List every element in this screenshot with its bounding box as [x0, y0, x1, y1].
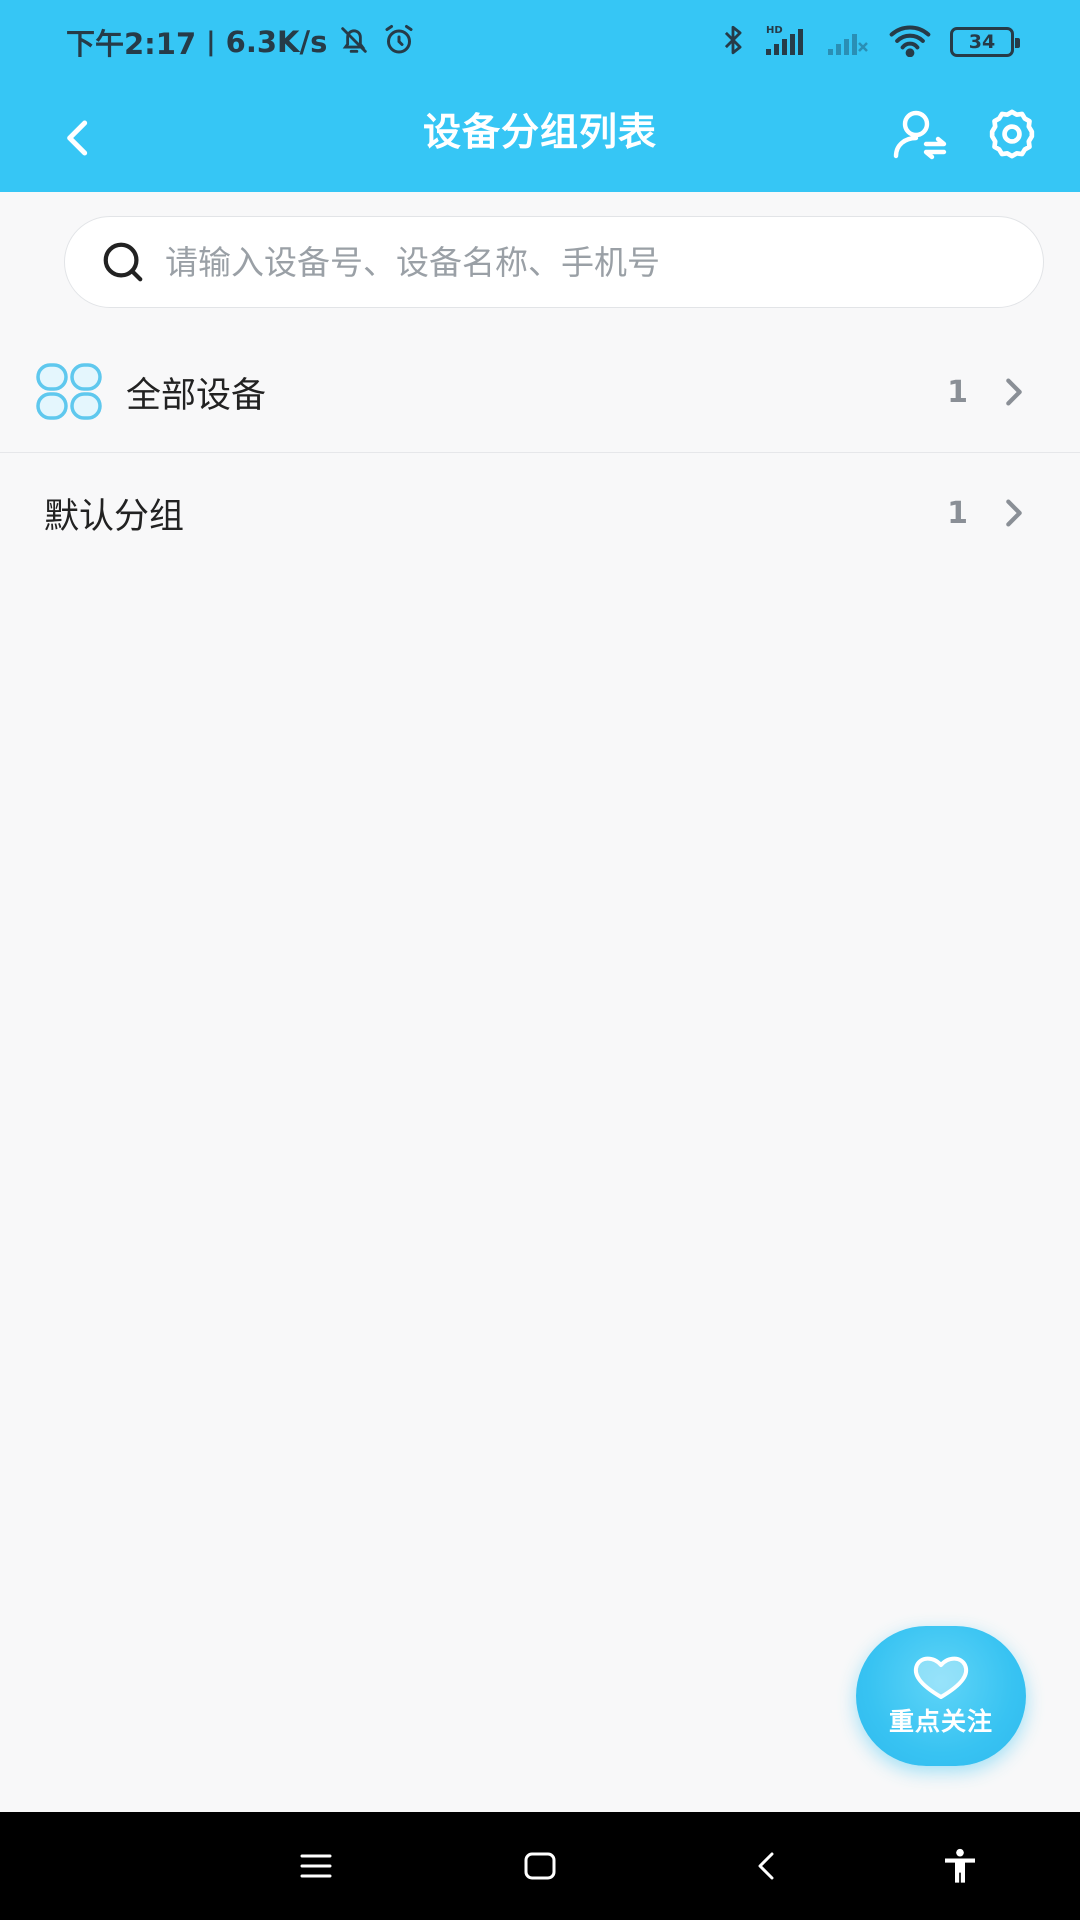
nav-home-button[interactable] — [510, 1836, 570, 1896]
group-count: 1 — [947, 374, 968, 410]
home-square-icon — [524, 1852, 556, 1880]
search-box — [64, 216, 1044, 308]
signal-hd-icon: HD — [764, 23, 808, 61]
signal-x-icon — [826, 23, 870, 61]
gear-icon — [989, 109, 1035, 159]
app-toolbar: 设备分组列表 — [0, 84, 1080, 192]
fab-label: 重点关注 — [888, 1707, 993, 1736]
status-time: 下午2:17 — [66, 27, 197, 61]
menu-icon — [300, 1854, 332, 1878]
user-switch-button[interactable] — [890, 104, 950, 164]
nav-accessibility-button[interactable] — [930, 1836, 990, 1896]
group-label: 全部设备 — [126, 375, 267, 416]
battery-icon: 34 — [950, 27, 1020, 57]
bluetooth-icon — [720, 23, 746, 61]
group-count: 1 — [947, 495, 968, 531]
screen: 下午2:17 | 6.3K/s HD 34 设备分组列表 请输入设备号、设备名称… — [0, 0, 1080, 1920]
focus-fab-button[interactable]: 重点关注 — [856, 1626, 1026, 1766]
group-row-default[interactable]: 默认分组 1 — [0, 453, 1080, 573]
status-separator: | — [206, 27, 216, 57]
settings-button[interactable] — [982, 104, 1042, 164]
search-input[interactable] — [165, 232, 1043, 292]
status-bar: 下午2:17 | 6.3K/s HD 34 — [0, 0, 1080, 84]
chevron-right-icon — [996, 374, 1032, 410]
group-label: 默认分组 — [44, 496, 185, 537]
accessibility-icon — [945, 1848, 975, 1883]
chevron-right-icon — [996, 495, 1032, 531]
status-net-speed: 6.3K/s — [225, 25, 328, 59]
group-row-all-devices[interactable]: 全部设备 1 — [0, 332, 1080, 453]
svg-text:HD: HD — [766, 25, 783, 36]
user-switch-icon — [893, 110, 947, 160]
bell-off-icon — [337, 23, 371, 61]
wifi-icon — [888, 23, 932, 61]
alarm-icon — [381, 22, 417, 62]
heart-icon — [913, 1656, 969, 1699]
grid-four-icon — [34, 362, 106, 422]
search-icon — [97, 236, 149, 288]
back-icon — [758, 1852, 774, 1880]
nav-menu-button[interactable] — [286, 1836, 346, 1896]
status-right: HD 34 — [720, 22, 1020, 62]
nav-back-button[interactable] — [736, 1836, 796, 1896]
system-nav-bar — [0, 1812, 1080, 1920]
status-left: 下午2:17 | 6.3K/s — [66, 20, 417, 64]
